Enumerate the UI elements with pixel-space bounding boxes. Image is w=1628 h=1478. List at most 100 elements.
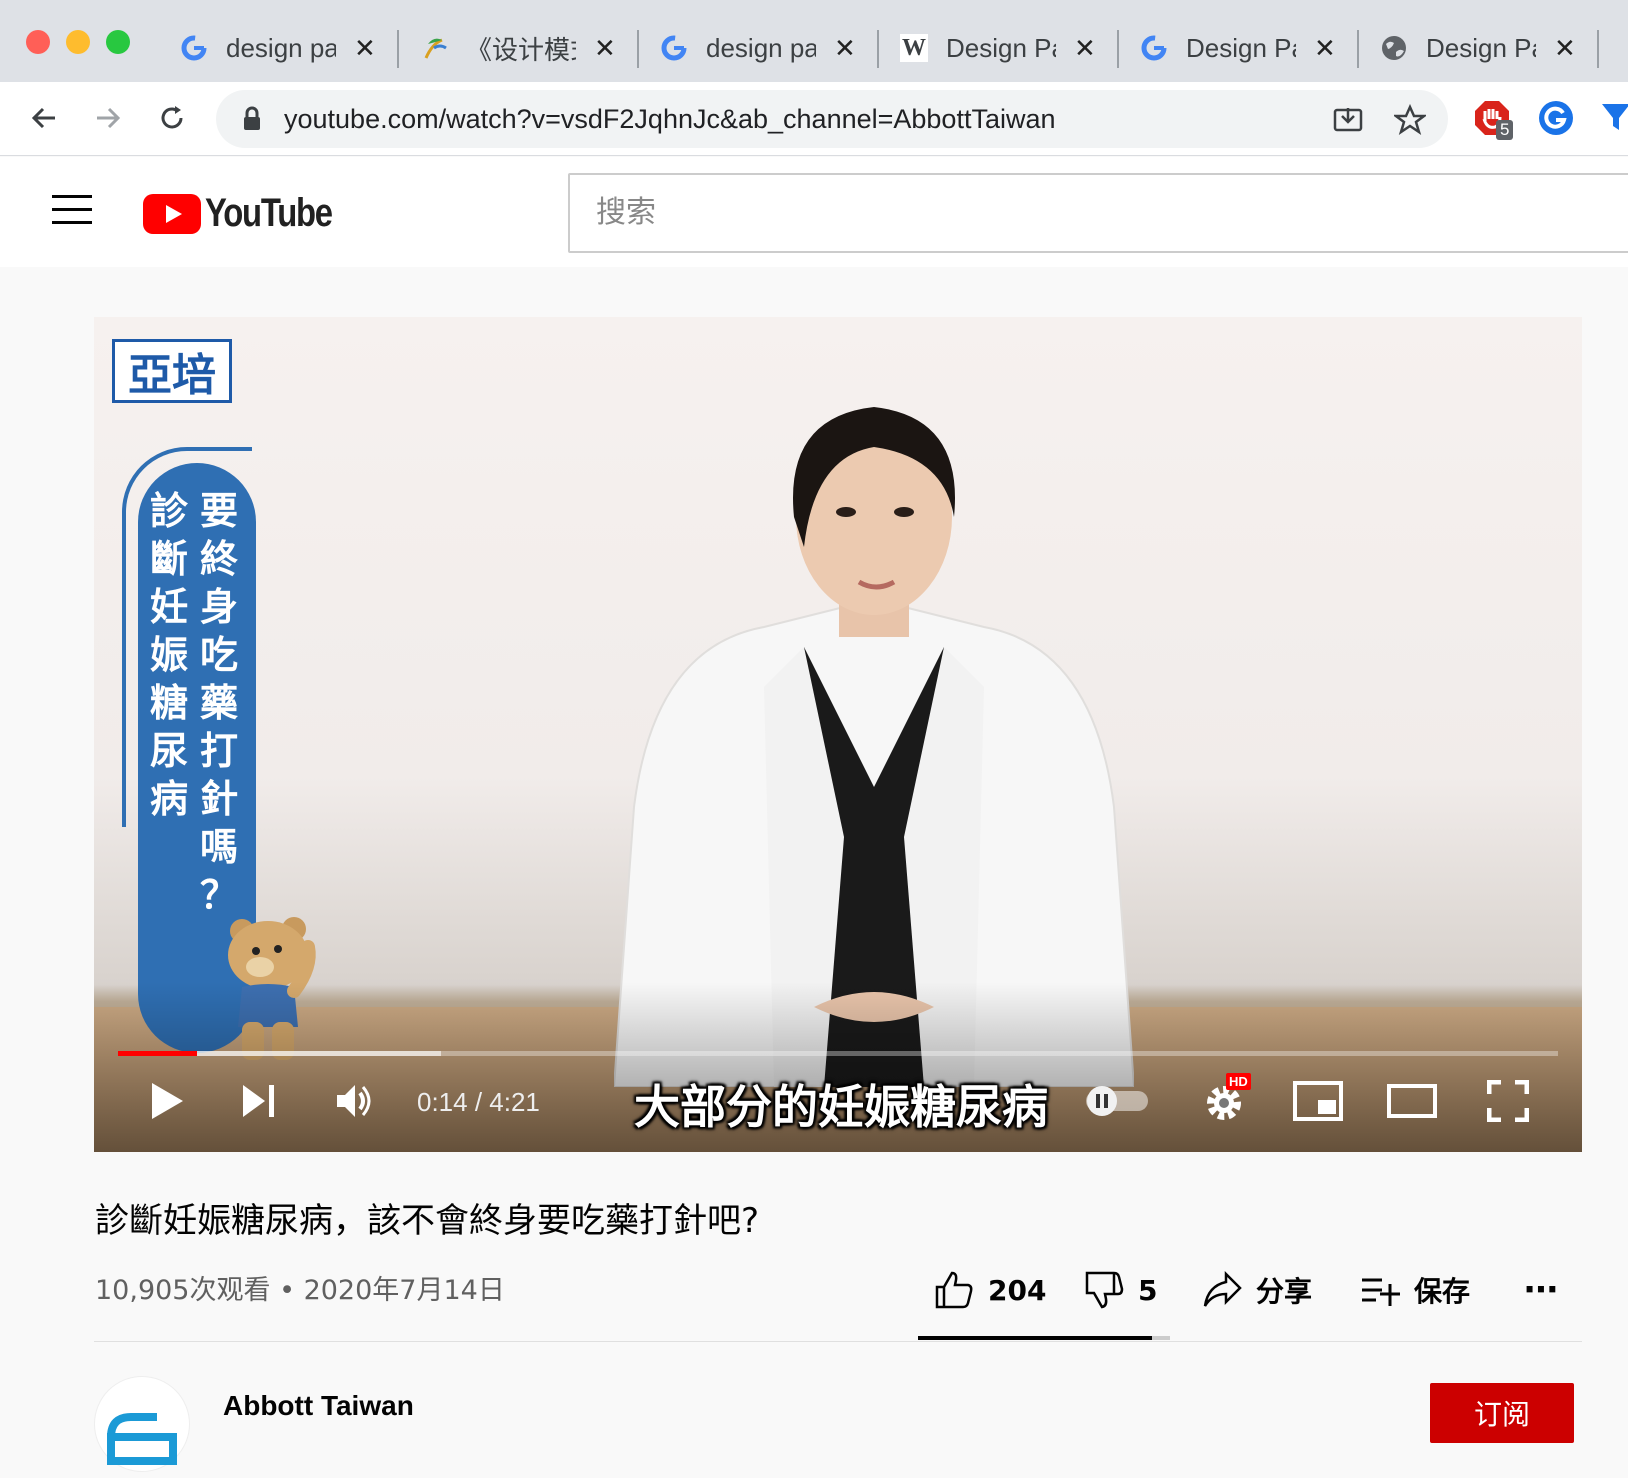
grammarly-extension-icon[interactable] (1534, 96, 1578, 140)
more-icon: ⋯ (1524, 1270, 1558, 1310)
close-tab-icon[interactable]: ✕ (1554, 33, 1576, 64)
share-button[interactable]: 分享 (1202, 1266, 1312, 1314)
more-actions-button[interactable]: ⋯ (1524, 1266, 1558, 1314)
theater-mode-button[interactable] (1384, 1077, 1440, 1125)
sentiment-bar (918, 1336, 1170, 1340)
channel-name[interactable]: Abbott Taiwan (223, 1390, 414, 1422)
banner-char: 終 (199, 537, 238, 581)
banner-char: 針 (199, 777, 238, 821)
close-tab-icon[interactable]: ✕ (594, 33, 616, 64)
browser-tab[interactable]: W Design Pa ✕ (880, 14, 1120, 82)
dislike-count: 5 (1138, 1273, 1158, 1307)
browser-tab[interactable]: 《设计模式 ✕ (400, 14, 640, 82)
volume-button[interactable] (330, 1077, 380, 1125)
next-button[interactable] (234, 1077, 284, 1125)
play-button[interactable] (142, 1077, 192, 1125)
fullscreen-button[interactable] (1480, 1077, 1536, 1125)
thumbs-up-icon (935, 1271, 973, 1309)
close-tab-icon[interactable]: ✕ (354, 33, 376, 64)
share-label: 分享 (1256, 1275, 1313, 1308)
install-icon[interactable] (1332, 104, 1364, 141)
browser-tab[interactable]: Design Pa ✕ (1120, 14, 1360, 82)
time-display: 0:14 / 4:21 (417, 1087, 540, 1118)
filter-extension-icon[interactable] (1594, 96, 1628, 140)
tab-title: Design Pa (946, 32, 1056, 63)
channel-avatar[interactable] (94, 1376, 190, 1472)
banner-left-column: 診 斷 妊 娠 糖 尿 病 (146, 487, 192, 823)
abbott-logo: 亞培 (112, 339, 232, 403)
progress-bar[interactable] (118, 1051, 1558, 1056)
settings-gear-icon[interactable]: HD (1196, 1073, 1252, 1125)
minimize-window-button[interactable] (66, 30, 90, 54)
banner-right-column: 要 終 身 吃 藥 打 針 嗎 ？ (196, 487, 242, 919)
google-icon (180, 34, 208, 62)
time-separator: / (467, 1087, 490, 1117)
tab-separator (397, 30, 399, 68)
youtube-header: YouTube (0, 157, 1628, 267)
close-tab-icon[interactable]: ✕ (834, 33, 856, 64)
browser-tab-bar: design pa ✕ 《设计模式 ✕ design pa ✕ W Design… (0, 0, 1628, 82)
miniplayer-button[interactable] (1290, 1077, 1346, 1125)
save-label: 保存 (1414, 1275, 1471, 1308)
google-icon (660, 34, 688, 62)
banner-char: 斷 (149, 537, 188, 581)
banner-char: 病 (149, 777, 188, 821)
sentiment-like-portion (918, 1336, 1153, 1340)
reload-button[interactable] (148, 94, 196, 142)
youtube-logo[interactable]: YouTube (143, 191, 360, 236)
tab-title: design pa (226, 32, 336, 63)
banner-char: 要 (199, 489, 238, 533)
banner-char: 打 (199, 729, 238, 773)
hd-badge: HD (1226, 1073, 1251, 1090)
search-box (568, 173, 1628, 253)
youtube-play-icon (143, 193, 201, 234)
tab-separator (877, 30, 879, 68)
lock-icon (242, 106, 262, 137)
close-window-button[interactable] (26, 30, 50, 54)
youtube-wordmark: YouTube (205, 191, 333, 235)
tab-separator (637, 30, 639, 68)
tab-separator (1597, 30, 1599, 68)
close-tab-icon[interactable]: ✕ (1314, 33, 1336, 64)
save-button[interactable]: 保存 (1360, 1266, 1470, 1314)
dislike-button[interactable]: 5 (1084, 1266, 1157, 1314)
google-icon (1140, 34, 1168, 62)
video-meta: 10,905次观看 • 2020年7月14日 (95, 1268, 505, 1307)
section-divider (94, 1341, 1582, 1342)
bookmark-star-icon[interactable] (1392, 103, 1428, 141)
browser-tab[interactable]: design pa ✕ (640, 14, 880, 82)
banner-char: 糖 (149, 681, 188, 725)
banner-char: 嗎 (199, 825, 238, 869)
banner-char: 吃 (199, 633, 238, 677)
banner-char: 診 (149, 489, 188, 533)
time-total: 4:21 (489, 1087, 540, 1117)
video-player[interactable]: 亞培 診 斷 妊 娠 糖 尿 病 要 終 身 吃 藥 打 針 嗎 ？ 0:14 … (94, 317, 1582, 1152)
progress-played (118, 1051, 198, 1056)
back-button[interactable] (20, 94, 68, 142)
browser-tab[interactable]: Design Pa ✕ (1360, 14, 1600, 82)
add-to-playlist-icon (1362, 1278, 1400, 1306)
banner-char: 娠 (149, 633, 188, 677)
adblock-extension-icon[interactable]: 5 (1470, 96, 1514, 140)
maximize-window-button[interactable] (106, 30, 130, 54)
video-subtitle: 大部分的妊娠糖尿病 (634, 1080, 1048, 1134)
search-input[interactable] (570, 175, 1628, 251)
autoplay-toggle[interactable] (1082, 1077, 1152, 1125)
banner-char: 身 (199, 585, 238, 629)
banner-char: 尿 (149, 729, 188, 773)
thumbs-down-icon (1085, 1271, 1124, 1309)
wikipedia-icon: W (900, 34, 928, 62)
video-title: 診斷妊娠糖尿病，該不會終身要吃藥打針吧? (95, 1201, 760, 1241)
forward-button[interactable] (84, 94, 132, 142)
menu-icon[interactable] (52, 195, 92, 225)
publish-date: 2020年7月14日 (303, 1275, 505, 1306)
close-tab-icon[interactable]: ✕ (1074, 33, 1096, 64)
subscribe-button[interactable]: 订阅 (1430, 1383, 1574, 1443)
globe-icon (1380, 34, 1408, 62)
banner-char: 妊 (149, 585, 188, 629)
tab-title: Design Pa (1426, 32, 1536, 63)
address-bar[interactable]: youtube.com/watch?v=vsdF2JqhnJc&ab_chann… (216, 90, 1448, 148)
like-button[interactable]: 204 (934, 1266, 1046, 1314)
browser-toolbar: youtube.com/watch?v=vsdF2JqhnJc&ab_chann… (0, 82, 1628, 156)
browser-tab[interactable]: design pa ✕ (160, 14, 400, 82)
